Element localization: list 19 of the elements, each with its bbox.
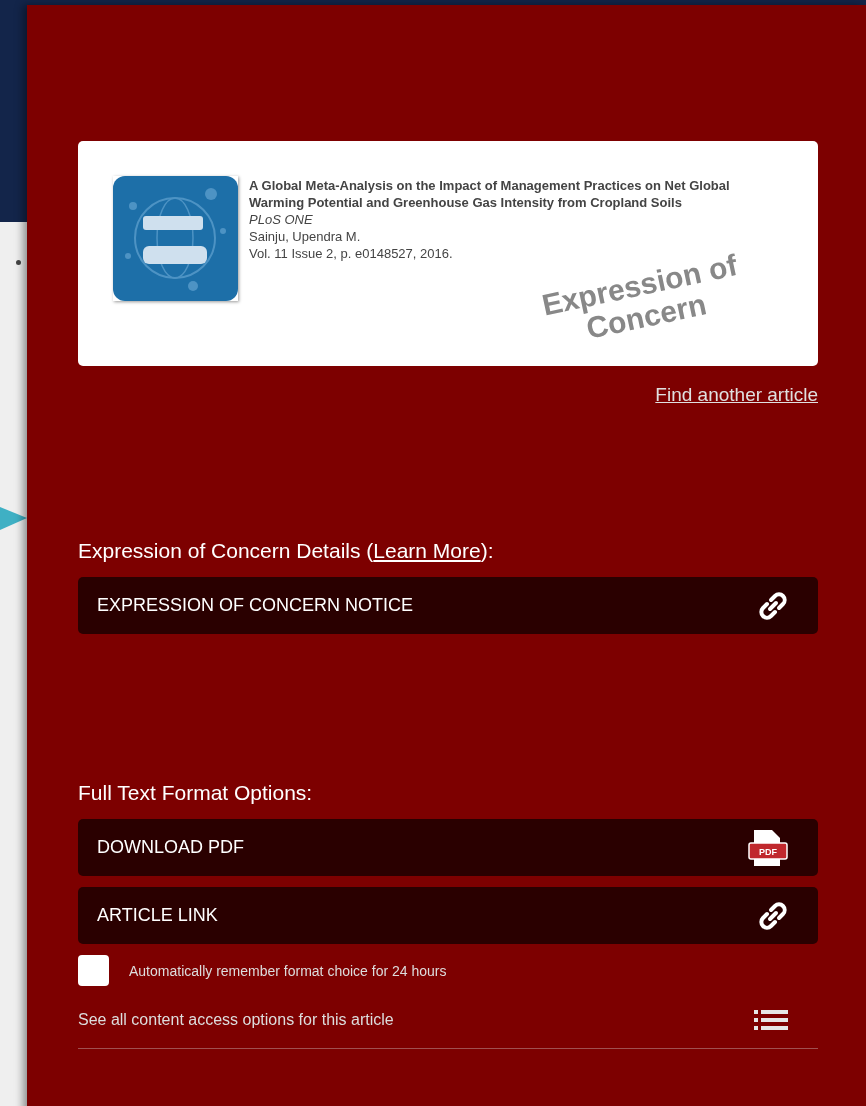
checkbox[interactable] xyxy=(78,955,109,986)
stamp-text: Expression of Concern xyxy=(538,247,741,347)
option-button[interactable]: DOWNLOAD PDF PDF xyxy=(78,819,818,876)
bullet-dot xyxy=(16,260,21,265)
link-icon xyxy=(758,590,788,621)
author-name: Sainju, Upendra M. xyxy=(249,228,361,245)
see-all-options-link[interactable]: See all content access options for this article xyxy=(78,1011,394,1029)
checkbox-label: Automatically remember format choice for 24 hours xyxy=(129,962,447,979)
section-heading: Expression of Concern Details (Learn More): xyxy=(78,539,495,563)
find-another-link[interactable]: Find another article xyxy=(655,384,818,406)
learn-more-link[interactable]: Learn More xyxy=(373,539,481,562)
list-icon[interactable] xyxy=(754,1010,788,1030)
option-button[interactable]: EXPRESSION OF CONCERN NOTICE xyxy=(78,577,818,634)
citation-text: Vol. 11 Issue 2, p. e0148527, 2016. xyxy=(249,245,453,262)
option-button[interactable]: ARTICLE LINK xyxy=(78,887,818,944)
article-title: A Global Meta-Analysis on the Impact of Management Practices on Net Global Warming Potential and Greenhouse Gas Intensity from Cropland Soils xyxy=(249,177,731,211)
section-heading: Full Text Format Options: xyxy=(78,781,314,805)
journal-name: PLoS ONE xyxy=(249,211,313,228)
link-icon xyxy=(758,900,788,931)
